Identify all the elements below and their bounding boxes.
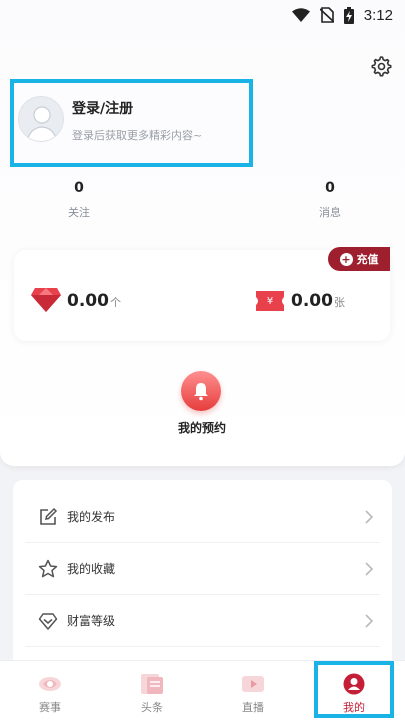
chevron-right-icon: [365, 562, 374, 576]
tab-label: 赛事: [39, 701, 61, 714]
live-icon: [242, 676, 264, 692]
following-count: 0: [74, 180, 84, 196]
ticket-balance[interactable]: 0.00 张: [291, 291, 345, 311]
menu-list: 我的发布 我的收藏 财富等级: [13, 480, 392, 670]
recharge-label: 充值: [356, 253, 379, 266]
status-bar: 3:12: [0, 0, 405, 30]
diamond-value: 0.00: [67, 291, 109, 311]
messages-count: 0: [325, 180, 335, 196]
menu-item-wealth-level[interactable]: 财富等级: [25, 595, 380, 647]
tab-events[interactable]: 赛事: [10, 661, 90, 720]
bell-icon: [194, 383, 208, 401]
reservation-button[interactable]: [181, 371, 221, 411]
wifi-icon: [291, 8, 310, 22]
chevron-right-icon: [365, 614, 374, 628]
diamond-icon: [31, 288, 61, 312]
plus-icon: +: [339, 252, 353, 266]
reservation-label[interactable]: 我的预约: [165, 419, 239, 436]
ticket-icon: ¥: [256, 291, 284, 311]
no-sim-icon: [319, 7, 334, 23]
diamond-balance[interactable]: 0.00 个: [67, 291, 121, 311]
messages-label: 消息: [319, 206, 341, 219]
edit-icon: [40, 507, 58, 525]
ticket-value: 0.00: [291, 291, 333, 311]
status-time: 3:12: [363, 6, 393, 24]
stat-following[interactable]: 0 关注: [49, 180, 109, 220]
tab-label: 直播: [242, 701, 264, 714]
headlines-icon: [141, 674, 163, 694]
svg-text:¥: ¥: [267, 296, 273, 307]
menu-item-my-posts[interactable]: 我的发布: [25, 491, 380, 543]
diamond-unit: 个: [109, 296, 121, 309]
battery-charging-icon: [343, 6, 354, 24]
following-label: 关注: [68, 206, 90, 219]
ticket-unit: 张: [333, 296, 345, 309]
stat-messages[interactable]: 0 消息: [300, 180, 360, 220]
login-highlight-box: [10, 79, 253, 167]
tab-live[interactable]: 直播: [213, 661, 293, 720]
menu-item-favorites[interactable]: 我的收藏: [25, 543, 380, 595]
recharge-button[interactable]: + 充值: [328, 247, 390, 271]
chevron-right-icon: [365, 510, 374, 524]
menu-label: 我的发布: [67, 510, 116, 524]
tab-headlines[interactable]: 头条: [112, 661, 192, 720]
settings-gear-icon[interactable]: [369, 54, 393, 78]
active-tab-highlight-box: [314, 661, 394, 718]
menu-label: 我的收藏: [67, 562, 116, 576]
events-icon: [39, 677, 61, 691]
wealth-level-icon: [38, 612, 58, 630]
menu-label: 财富等级: [67, 614, 116, 628]
star-icon: [38, 559, 58, 577]
tab-label: 头条: [141, 701, 163, 714]
